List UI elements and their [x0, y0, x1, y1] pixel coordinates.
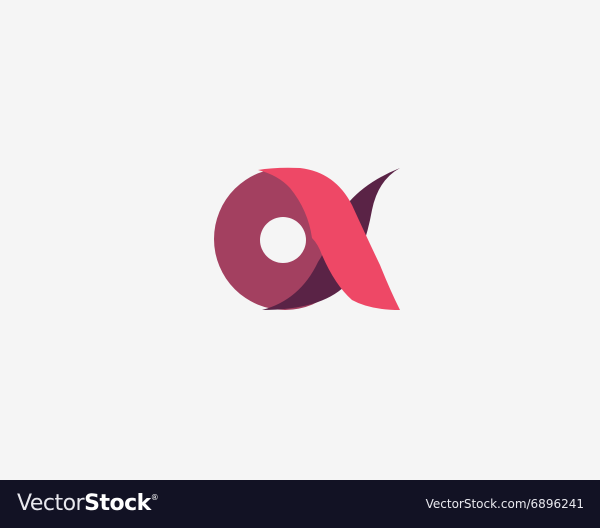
alpha-logo-icon — [214, 167, 400, 310]
brand-light: Vector — [17, 491, 85, 516]
vectorstock-logo: VectorStock® — [17, 491, 159, 516]
brand-bold: Stock — [84, 491, 151, 516]
watermark-footer: VectorStock® VectorStock.com/6896241 — [0, 480, 600, 528]
registered-mark: ® — [150, 493, 159, 502]
image-id: VectorStock.com/6896241 — [425, 497, 584, 511]
